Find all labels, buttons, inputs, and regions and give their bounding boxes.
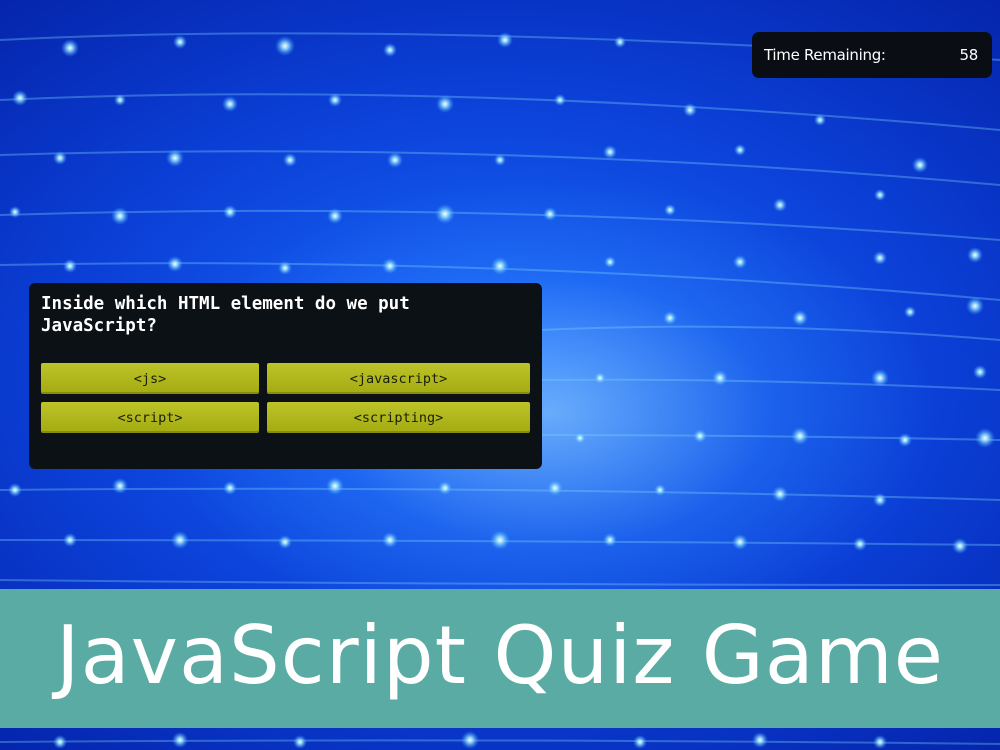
question-text: Inside which HTML element do we put Java… (41, 294, 410, 336)
answer-button-4[interactable]: <scripting> (267, 402, 530, 433)
game-title: JavaScript Quiz Game (56, 608, 944, 702)
time-remaining-label: Time Remaining: (764, 46, 886, 64)
answer-button-1[interactable]: <js> (41, 363, 259, 394)
title-banner: JavaScript Quiz Game (0, 589, 1000, 728)
answer-grid: <js> <javascript> <script> <scripting> (41, 363, 530, 433)
time-remaining-box: Time Remaining: 58 (752, 32, 992, 78)
answer-button-3[interactable]: <script> (41, 402, 259, 433)
time-remaining-value: 58 (959, 46, 979, 64)
quiz-panel: Inside which HTML element do we put Java… (29, 283, 542, 469)
answer-button-2[interactable]: <javascript> (267, 363, 530, 394)
